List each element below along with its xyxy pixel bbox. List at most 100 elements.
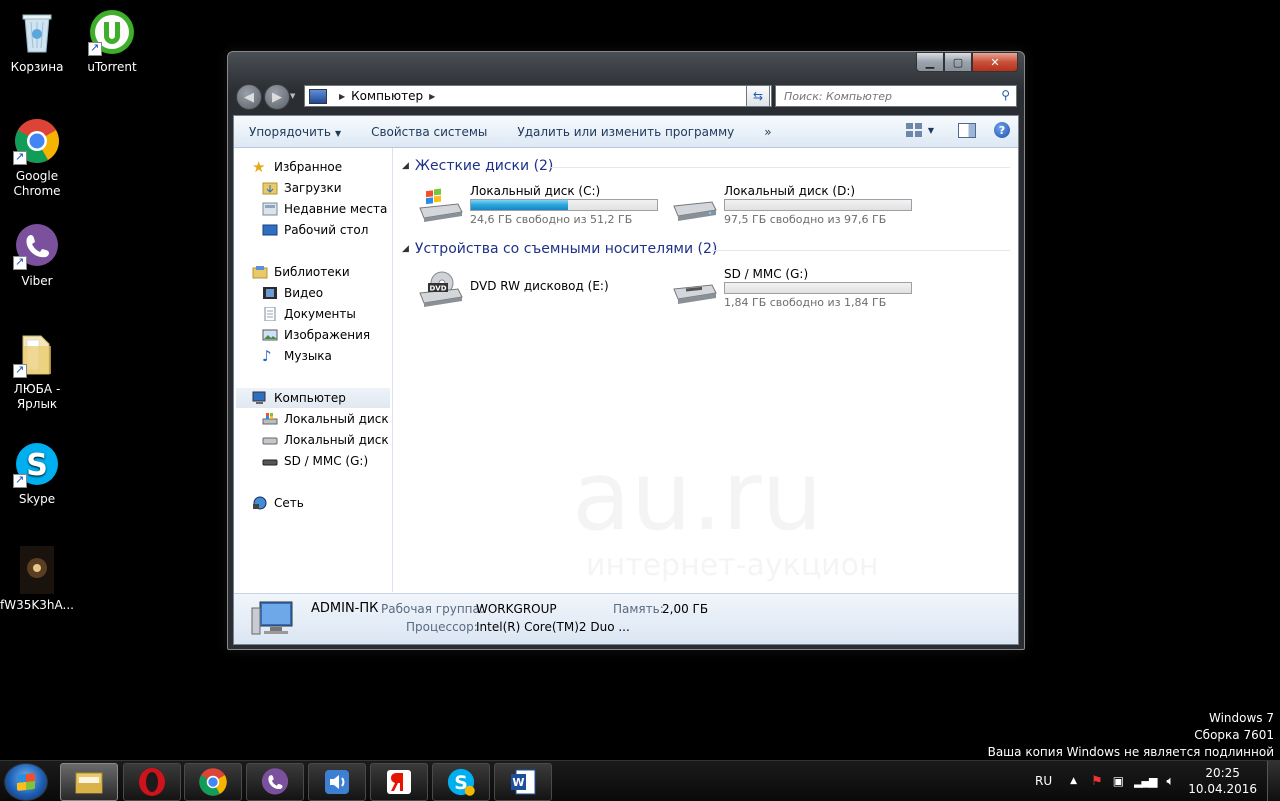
change-view-icon[interactable] <box>906 123 922 137</box>
nav-downloads[interactable]: Загрузки <box>262 178 342 198</box>
drive-c[interactable]: Локальный диск (C:) 24,6 ГБ свободно из … <box>408 184 658 224</box>
view-controls: ▼ ? <box>906 122 1010 138</box>
nav-drive-d[interactable]: Локальный диск (D <box>262 430 393 450</box>
shortcut-arrow-icon <box>13 151 27 165</box>
desktop-icon-label: fW35K3hA... <box>0 598 74 613</box>
nav-documents[interactable]: Документы <box>262 304 356 324</box>
more-commands-button[interactable]: » <box>749 125 786 139</box>
desktop-icon-utorrent[interactable]: uTorrent <box>75 8 149 75</box>
desktop-icon-viber[interactable]: Viber <box>0 222 74 289</box>
folder-icon <box>13 330 61 378</box>
recent-pages-dropdown-icon[interactable]: ▼ <box>290 92 295 100</box>
memory-label: Память: <box>613 602 664 616</box>
activation-line: Ваша копия Windows не является подлинной <box>988 744 1274 761</box>
nav-desktop[interactable]: Рабочий стол <box>262 220 368 240</box>
libraries-icon <box>252 265 268 279</box>
taskbar-explorer[interactable] <box>60 763 118 801</box>
breadcrumb-arrow-icon[interactable]: ▶ <box>339 92 345 101</box>
system-properties-button[interactable]: Свойства системы <box>356 125 502 139</box>
nav-label: Рабочий стол <box>284 223 368 237</box>
forward-button[interactable]: ▶ <box>264 84 290 110</box>
nav-video[interactable]: Видео <box>262 283 323 303</box>
desktop-icon-folder-shortcut[interactable]: ЛЮБА - Ярлык <box>0 330 74 412</box>
nav-label: Документы <box>284 307 356 321</box>
back-button[interactable]: ◀ <box>236 84 262 110</box>
nav-label: Библиотеки <box>274 265 350 279</box>
volume-icon[interactable]: 🔈︎ <box>1166 774 1174 789</box>
group-header-removable[interactable]: ◢ Устройства со съемными носителями (2) <box>402 241 717 257</box>
drive-free-space: 24,6 ГБ свободно из 51,2 ГБ <box>470 213 632 226</box>
drive-d[interactable]: Локальный диск (D:) 97,5 ГБ свободно из … <box>662 184 912 224</box>
taskbar-skype[interactable]: S <box>432 763 490 801</box>
details-pane: ADMIN-ПК Рабочая группа: WORKGROUP Памят… <box>234 593 1018 644</box>
preview-pane-icon[interactable] <box>958 123 976 138</box>
computer-icon <box>309 89 327 104</box>
start-button[interactable] <box>4 763 48 801</box>
nav-music[interactable]: ♪ Музыка <box>262 346 332 366</box>
desktop-icon-image-file[interactable]: fW35K3hA... <box>0 546 74 613</box>
action-center-flag-icon[interactable]: ⚑ <box>1091 774 1103 789</box>
desktop-icon-recycle-bin[interactable]: Корзина <box>0 8 74 75</box>
drive-free-space: 97,5 ГБ свободно из 97,6 ГБ <box>724 213 886 226</box>
taskbar-yandex-browser[interactable] <box>370 763 428 801</box>
desktop-icon-chrome[interactable]: Google Chrome <box>0 117 74 199</box>
nav-drive-c[interactable]: Локальный диск (C <box>262 409 393 429</box>
clock-date: 10.04.2016 <box>1188 781 1257 797</box>
taskbar-clock[interactable]: 20:25 10.04.2016 <box>1188 765 1257 797</box>
nav-label: Недавние места <box>284 202 387 216</box>
nav-favorites[interactable]: ★ Избранное <box>252 157 342 177</box>
downloads-folder-icon <box>262 181 278 195</box>
taskbar-word[interactable]: W <box>494 763 552 801</box>
language-indicator[interactable]: RU <box>1035 774 1052 788</box>
desktop-icon-skype[interactable]: S Skype <box>0 440 74 507</box>
taskbar: S W RU ▲ ⚑ ▣ ▂▄▆ 🔈︎ 20:25 10.04.2016 <box>0 760 1280 801</box>
explorer-window[interactable]: ▁ ▢ ✕ ◀ ▶ ▼ ▶ Компьютер ▶ ▼ ⇆ ⚲ Упорядоч… <box>227 51 1025 650</box>
show-hidden-icons-icon[interactable]: ▲ <box>1070 776 1077 786</box>
search-input[interactable] <box>782 89 991 104</box>
drive-g-sd[interactable]: SD / MMC (G:) 1,84 ГБ свободно из 1,84 Г… <box>662 267 912 307</box>
search-box[interactable]: ⚲ <box>775 85 1017 107</box>
nav-recent-places[interactable]: Недавние места <box>262 199 387 219</box>
dvd-drive-icon: DVD <box>418 271 464 307</box>
maximize-button[interactable]: ▢ <box>944 52 972 72</box>
refresh-button[interactable]: ⇆ <box>746 85 770 107</box>
uninstall-program-button[interactable]: Удалить или изменить программу <box>502 125 749 139</box>
view-dropdown-icon[interactable]: ▼ <box>928 126 934 135</box>
help-icon[interactable]: ? <box>994 122 1010 138</box>
opera-icon <box>137 767 167 797</box>
breadcrumb-computer[interactable]: Компьютер <box>351 89 423 103</box>
video-icon <box>262 286 278 300</box>
breadcrumb-arrow-icon[interactable]: ▶ <box>429 92 435 101</box>
nav-label: Сеть <box>274 496 304 510</box>
taskbar-audio-player[interactable] <box>308 763 366 801</box>
network-signal-icon[interactable]: ▂▄▆ <box>1134 775 1156 788</box>
taskbar-viber[interactable] <box>246 763 304 801</box>
group-header-hard-disks[interactable]: ◢ Жесткие диски (2) <box>402 158 553 174</box>
collapse-triangle-icon[interactable]: ◢ <box>402 161 409 171</box>
forward-arrow-icon: ▶ <box>272 90 282 105</box>
organize-button[interactable]: Упорядочить▼ <box>234 125 356 139</box>
collapse-triangle-icon[interactable]: ◢ <box>402 244 409 254</box>
system-tray: RU ▲ ⚑ ▣ ▂▄▆ 🔈︎ 20:25 10.04.2016 <box>1035 761 1280 801</box>
taskbar-chrome[interactable] <box>184 763 242 801</box>
windows-update-icon[interactable]: ▣ <box>1113 774 1124 788</box>
nav-network[interactable]: Сеть <box>252 493 304 513</box>
navigation-pane[interactable]: ★ Избранное Загрузки Недавние места Рабо… <box>234 148 393 592</box>
nav-libraries[interactable]: Библиотеки <box>252 262 350 282</box>
nav-computer[interactable]: Компьютер <box>236 388 390 408</box>
recent-places-icon <box>262 202 278 216</box>
search-icon[interactable]: ⚲ <box>1001 88 1010 102</box>
close-button[interactable]: ✕ <box>972 52 1018 72</box>
taskbar-opera[interactable] <box>123 763 181 801</box>
content-pane[interactable]: au.ru интернет-аукцион ◢ Жесткие диски (… <box>394 148 1018 592</box>
drive-e-dvd[interactable]: DVD DVD RW дисковод (E:) <box>408 267 658 307</box>
nav-pictures[interactable]: Изображения <box>262 325 370 345</box>
shortcut-arrow-icon <box>88 42 102 56</box>
show-desktop-button[interactable] <box>1267 761 1280 801</box>
minimize-button[interactable]: ▁ <box>916 52 944 72</box>
computer-name: ADMIN-ПК <box>311 601 378 616</box>
drive-name: SD / MMC (G:) <box>724 267 808 281</box>
nav-drive-g[interactable]: SD / MMC (G:) <box>262 451 368 471</box>
nav-label: Загрузки <box>284 181 342 195</box>
address-bar[interactable]: ▶ Компьютер ▶ ▼ <box>304 85 772 107</box>
